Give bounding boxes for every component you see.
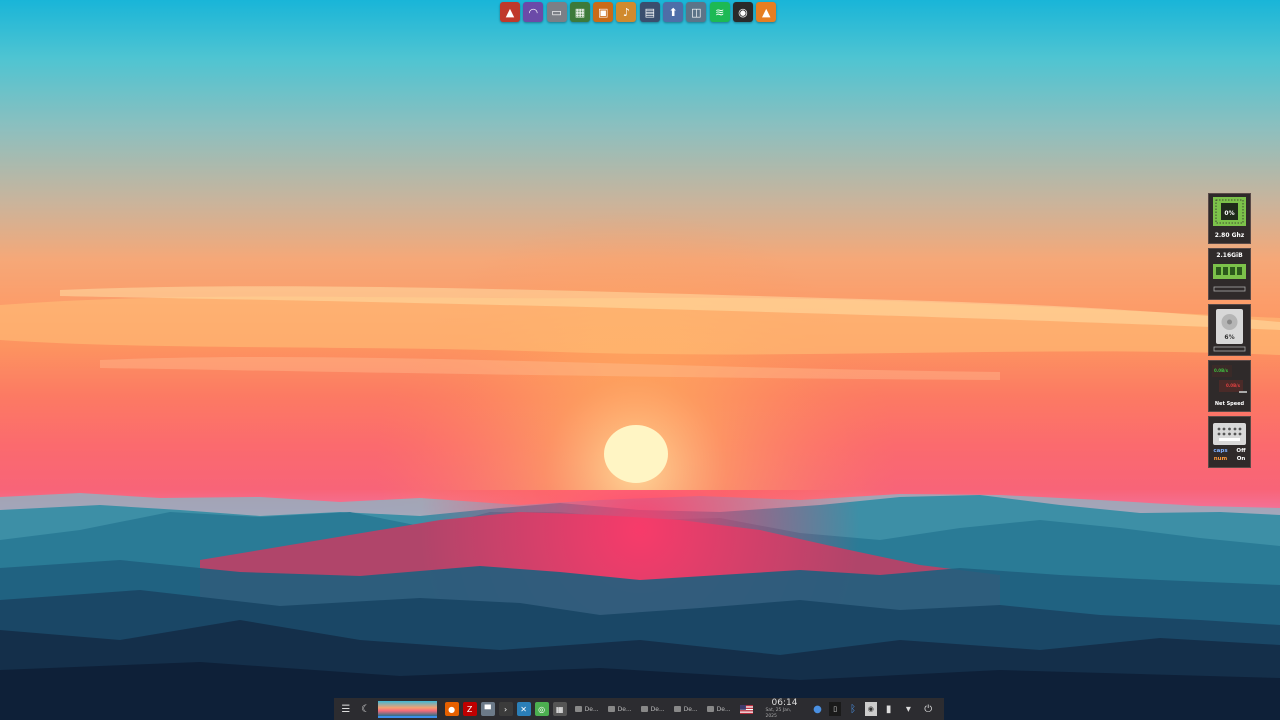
cpu-widget[interactable]: 0% 2.80 Ghz — [1208, 193, 1251, 244]
trash-icon[interactable]: ▯ — [829, 702, 842, 716]
cpu-usage: 0% — [1224, 210, 1235, 217]
taskbar: ☰ ☾ ● Z ▀ › ✕ ◎ ▦ De... De... De... De... De... 06… — [334, 698, 944, 720]
spotify-icon[interactable]: ≋ — [709, 2, 730, 22]
num-lock-state: On — [1236, 456, 1246, 462]
window-icon — [574, 706, 582, 712]
caps-lock-label: caps — [1213, 448, 1228, 454]
app-menu-icon[interactable]: ☰ — [338, 701, 354, 717]
pinned-apps: ● Z ▀ › ✕ ◎ ▦ — [444, 702, 571, 716]
grid-app-icon[interactable]: ▦ — [552, 702, 567, 716]
screen-cast-icon[interactable]: ▀ — [480, 702, 495, 716]
screenshot-icon[interactable]: ◫ — [686, 2, 707, 22]
task-label: De... — [584, 705, 599, 713]
chrome-icon[interactable]: ◎ — [534, 702, 549, 716]
vlc-icon[interactable]: ▲ — [756, 2, 777, 22]
top-dock: ▲ ◠ ▭ ▦ ▣ ♪ ▤ ⬆ ◫ ≋ ◉ ▲ — [500, 2, 780, 24]
task-label: De... — [683, 705, 698, 713]
window-icon — [706, 706, 714, 712]
terminal-icon[interactable]: › — [498, 702, 513, 716]
window-icon — [673, 706, 681, 712]
ram-stick-icon — [1213, 264, 1246, 292]
desktop-wallpaper — [0, 0, 1280, 720]
disk-mount-icon[interactable]: ◉ — [864, 702, 877, 716]
filezilla-icon[interactable]: Z — [462, 702, 477, 716]
file-manager-icon[interactable]: ▤ — [639, 2, 660, 22]
cpu-frequency: 2.80 Ghz — [1214, 232, 1245, 239]
window-icon — [640, 706, 648, 712]
app-red-triangle-icon[interactable]: ▲ — [500, 2, 520, 22]
clock-date: Sat, 25 Jan, 2025 — [765, 708, 792, 719]
task-list: De... De... De... De... De... — [574, 705, 740, 713]
network-widget[interactable]: 0.0B/s 0.0B/s Net Speed — [1208, 360, 1251, 412]
system-widgets: 0% 2.80 Ghz 2.16GiB 6% 0.0B/s 0.0B/s Net… — [1208, 193, 1251, 472]
night-mode-icon[interactable]: ☾ — [358, 701, 374, 717]
task-item[interactable]: De... — [607, 705, 638, 713]
upload-icon[interactable]: ⬆ — [663, 2, 684, 22]
net-down-speed: 0.0B/s — [1214, 368, 1228, 373]
workspace-preview[interactable] — [377, 700, 437, 718]
headphones-icon[interactable]: ◠ — [523, 2, 544, 22]
network-speed-icon — [1212, 365, 1247, 393]
disk-usage: 6% — [1224, 334, 1235, 341]
num-lock-label: num — [1213, 456, 1228, 462]
ram-used: 2.16GiB — [1216, 252, 1243, 259]
net-up-speed: 0.0B/s — [1226, 383, 1240, 388]
us-flag-icon[interactable] — [739, 704, 754, 714]
keyboard-lock-widget[interactable]: caps Off num On — [1208, 416, 1251, 468]
firefox-icon[interactable]: ● — [444, 702, 459, 716]
screen-recorder-icon[interactable]: ◉ — [732, 2, 753, 22]
task-label: De... — [617, 705, 632, 713]
audio-editor-icon[interactable]: ♪ — [616, 2, 637, 22]
disk-widget[interactable]: 6% — [1208, 304, 1251, 356]
package-manager-icon[interactable]: ▣ — [593, 2, 614, 22]
task-item[interactable]: De... — [706, 705, 737, 713]
basket-icon[interactable]: ▾ — [901, 701, 917, 717]
task-item[interactable]: De... — [574, 705, 605, 713]
keyboard-icon — [1213, 423, 1246, 445]
window-icon — [607, 706, 615, 712]
microphone-icon[interactable]: ▮ — [881, 701, 897, 717]
ram-widget[interactable]: 2.16GiB — [1208, 248, 1251, 300]
caps-lock-state: Off — [1236, 448, 1246, 454]
system-tools-icon[interactable]: ✕ — [516, 702, 531, 716]
weather-moon-icon[interactable]: ● — [810, 701, 826, 717]
system-monitor-icon[interactable]: ▦ — [569, 2, 590, 22]
task-item[interactable]: De... — [640, 705, 671, 713]
network-drive-icon[interactable]: ▭ — [546, 2, 567, 22]
hard-disk-icon — [1213, 309, 1246, 352]
task-item[interactable]: De... — [673, 705, 704, 713]
task-label: De... — [716, 705, 731, 713]
clock[interactable]: 06:14 Sat, 25 Jan, 2025 — [765, 698, 803, 720]
bluetooth-icon[interactable]: ᛒ — [845, 701, 861, 717]
power-icon[interactable]: ⏻ — [920, 701, 936, 717]
net-speed-label: Net Speed — [1214, 401, 1245, 407]
clock-time: 06:14 — [771, 698, 798, 708]
task-label: De... — [650, 705, 665, 713]
